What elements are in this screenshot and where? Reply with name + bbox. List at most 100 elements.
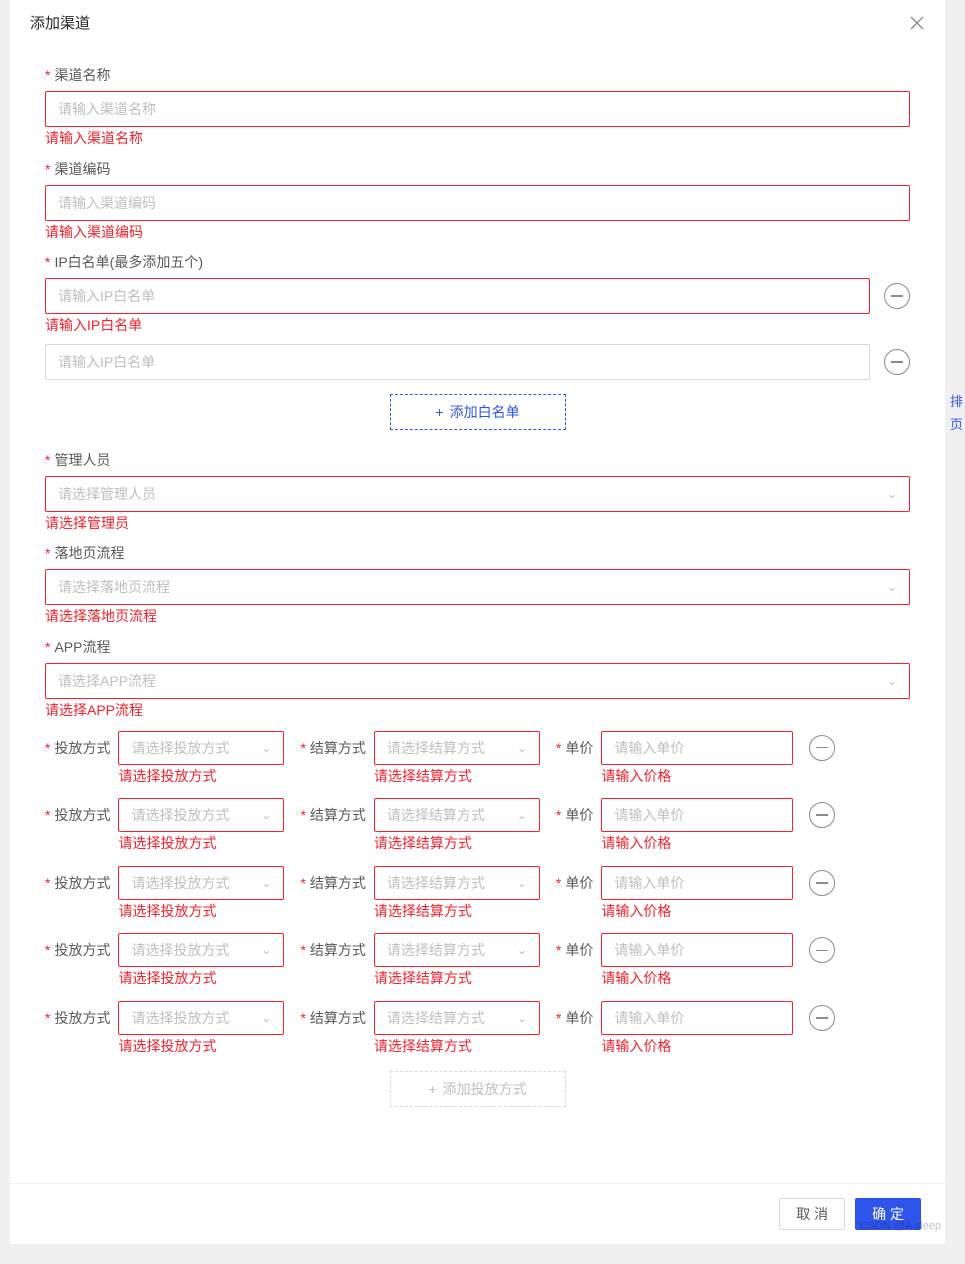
ip-whitelist-row: [45, 344, 910, 380]
error-text: 请选择投放方式: [118, 834, 284, 854]
landing-flow-select[interactable]: 请选择落地页流程 ⌄: [45, 569, 910, 605]
select-placeholder: 请选择管理人员: [58, 484, 887, 504]
error-text: 请输入价格: [601, 767, 793, 787]
select-placeholder: 请选择结算方式: [387, 805, 517, 825]
chevron-down-icon: ⌄: [517, 876, 527, 890]
launch-mode-row: *投放方式请选择投放方式⌄请选择投放方式*结算方式请选择结算方式⌄请选择结算方式…: [45, 866, 910, 922]
label-channel-name: * 渠道名称: [45, 65, 910, 85]
remove-row-icon[interactable]: [809, 735, 835, 761]
required-asterisk: *: [45, 545, 50, 561]
select-placeholder: 请选择结算方式: [387, 738, 517, 758]
select-placeholder: 请选择结算方式: [387, 940, 517, 960]
label-admin: * 管理人员: [45, 450, 910, 470]
select-placeholder: 请选择投放方式: [131, 805, 261, 825]
label-text: 落地页流程: [54, 543, 124, 563]
launch-mode-select[interactable]: 请选择投放方式⌄: [118, 798, 284, 832]
plus-icon: +: [428, 1082, 436, 1096]
inline-label: *结算方式: [300, 731, 365, 765]
remove-row-icon[interactable]: [884, 349, 910, 375]
inline-label: *单价: [556, 731, 593, 765]
remove-row-icon[interactable]: [809, 802, 835, 828]
error-text: 请选择结算方式: [374, 767, 540, 787]
add-launch-mode-button[interactable]: + 添加投放方式: [390, 1071, 566, 1107]
plus-icon: +: [435, 405, 443, 419]
chevron-down-icon: ⌄: [261, 876, 271, 890]
ip-whitelist-row: [45, 278, 910, 314]
settle-mode-select[interactable]: 请选择结算方式⌄: [374, 933, 540, 967]
error-text: 请选择结算方式: [374, 902, 540, 922]
chevron-down-icon: ⌄: [517, 943, 527, 957]
chevron-down-icon: ⌄: [261, 741, 271, 755]
inline-label: *单价: [556, 933, 593, 967]
error-text: 请选择投放方式: [118, 902, 284, 922]
inline-label: *投放方式: [45, 1001, 110, 1035]
select-placeholder: 请选择结算方式: [387, 1008, 517, 1028]
error-app-flow: 请选择APP流程: [45, 701, 910, 721]
add-whitelist-button[interactable]: + 添加白名单: [390, 394, 566, 430]
unit-price-input[interactable]: [601, 933, 793, 967]
inline-label: *结算方式: [300, 798, 365, 832]
launch-mode-select[interactable]: 请选择投放方式⌄: [118, 1001, 284, 1035]
inline-label: *单价: [556, 866, 593, 900]
settle-mode-select[interactable]: 请选择结算方式⌄: [374, 866, 540, 900]
channel-code-input[interactable]: [45, 185, 910, 221]
chevron-down-icon: ⌄: [517, 808, 527, 822]
error-ip-whitelist: 请输入IP白名单: [45, 316, 910, 336]
app-flow-select[interactable]: 请选择APP流程 ⌄: [45, 663, 910, 699]
select-placeholder: 请选择APP流程: [58, 671, 887, 691]
error-text: 请选择结算方式: [374, 834, 540, 854]
add-whitelist-label: 添加白名单: [450, 402, 520, 422]
ip-whitelist-input[interactable]: [45, 344, 870, 380]
inline-label: *投放方式: [45, 866, 110, 900]
close-icon[interactable]: [909, 15, 925, 31]
remove-row-icon[interactable]: [809, 937, 835, 963]
admin-select[interactable]: 请选择管理人员 ⌄: [45, 476, 910, 512]
required-asterisk: *: [45, 740, 50, 756]
required-asterisk: *: [45, 807, 50, 823]
field-app-flow: * APP流程 请选择APP流程 ⌄ 请选择APP流程: [45, 637, 910, 721]
select-placeholder: 请选择结算方式: [387, 873, 517, 893]
inline-label: *投放方式: [45, 731, 110, 765]
label-app-flow: * APP流程: [45, 637, 910, 657]
chevron-down-icon: ⌄: [517, 1011, 527, 1025]
required-asterisk: *: [300, 942, 305, 958]
settle-mode-select[interactable]: 请选择结算方式⌄: [374, 798, 540, 832]
launch-mode-select[interactable]: 请选择投放方式⌄: [118, 866, 284, 900]
unit-price-input[interactable]: [601, 731, 793, 765]
select-placeholder: 请选择投放方式: [131, 738, 261, 758]
launch-mode-row: *投放方式请选择投放方式⌄请选择投放方式*结算方式请选择结算方式⌄请选择结算方式…: [45, 798, 910, 854]
required-asterisk: *: [45, 254, 50, 270]
error-text: 请输入价格: [601, 902, 793, 922]
chevron-down-icon: ⌄: [887, 674, 897, 688]
label-text: 渠道编码: [54, 159, 110, 179]
required-asterisk: *: [556, 1010, 561, 1026]
inline-label: *结算方式: [300, 1001, 365, 1035]
label-ip-whitelist: * IP白名单(最多添加五个): [45, 252, 910, 272]
launch-mode-select[interactable]: 请选择投放方式⌄: [118, 933, 284, 967]
chevron-down-icon: ⌄: [887, 487, 897, 501]
settle-mode-select[interactable]: 请选择结算方式⌄: [374, 1001, 540, 1035]
cancel-button[interactable]: 取 消: [779, 1198, 845, 1230]
unit-price-input[interactable]: [601, 798, 793, 832]
remove-row-icon[interactable]: [809, 1005, 835, 1031]
background-edge-text: 排 页: [950, 390, 965, 437]
modal-body: * 渠道名称 请输入渠道名称 * 渠道编码 请输入渠道编码 * IP白名单(最多…: [10, 45, 945, 1183]
ip-whitelist-input[interactable]: [45, 278, 870, 314]
unit-price-input[interactable]: [601, 1001, 793, 1035]
inline-label: *单价: [556, 798, 593, 832]
remove-row-icon[interactable]: [809, 870, 835, 896]
settle-mode-select[interactable]: 请选择结算方式⌄: [374, 731, 540, 765]
remove-row-icon[interactable]: [884, 283, 910, 309]
confirm-button[interactable]: 确 定: [855, 1198, 921, 1230]
launch-mode-select[interactable]: 请选择投放方式⌄: [118, 731, 284, 765]
modal-add-channel: 添加渠道 * 渠道名称 请输入渠道名称 * 渠道编码 请输入渠道编码: [10, 0, 945, 1244]
label-channel-code: * 渠道编码: [45, 159, 910, 179]
label-text: IP白名单(最多添加五个): [54, 252, 203, 272]
channel-name-input[interactable]: [45, 91, 910, 127]
required-asterisk: *: [556, 942, 561, 958]
unit-price-input[interactable]: [601, 866, 793, 900]
required-asterisk: *: [45, 67, 50, 83]
error-channel-name: 请输入渠道名称: [45, 129, 910, 149]
required-asterisk: *: [45, 1010, 50, 1026]
required-asterisk: *: [300, 740, 305, 756]
